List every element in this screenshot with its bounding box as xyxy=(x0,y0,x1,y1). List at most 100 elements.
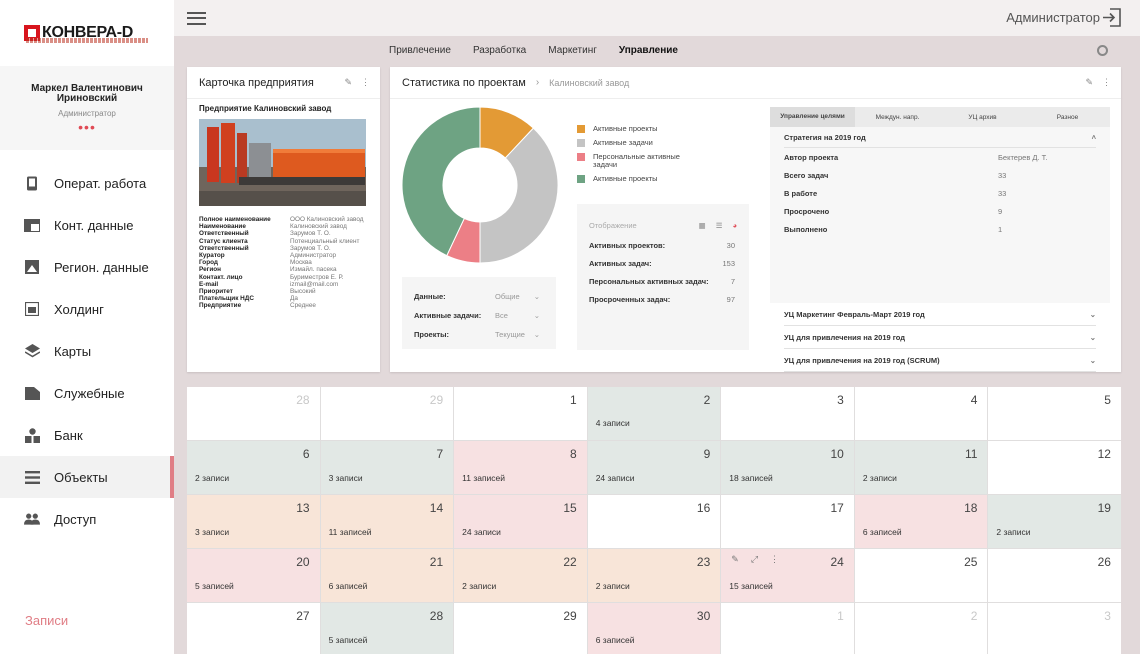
calendar-day[interactable]: 2 xyxy=(854,603,988,654)
calendar-day[interactable]: 17 xyxy=(721,495,854,548)
edit-pencil-icon[interactable]: ✎ xyxy=(731,554,739,565)
calendar-day[interactable]: 3 xyxy=(988,603,1121,654)
chevron-up-icon[interactable]: ˄ xyxy=(1092,133,1096,142)
calendar-day[interactable]: 1 xyxy=(454,387,587,440)
calendar-day[interactable]: 26 xyxy=(988,549,1121,602)
calendar-day[interactable]: 12 xyxy=(988,441,1121,494)
day-records-count[interactable]: 2 записи xyxy=(596,581,630,591)
records-link[interactable]: Записи xyxy=(25,613,68,628)
expand-icon[interactable]: ⤢ xyxy=(751,554,758,565)
calendar-day[interactable]: 29 xyxy=(454,603,587,654)
calendar-day[interactable]: 19 2 записи xyxy=(988,495,1121,548)
filter-row[interactable]: Активные задачи: Все ⌄ xyxy=(414,306,544,325)
tab-marketing[interactable]: Маркетинг xyxy=(548,45,597,56)
pie-view-icon[interactable]: ◕ xyxy=(732,221,737,230)
day-records-count[interactable]: 6 записей xyxy=(596,635,635,645)
goals-tab-3[interactable]: УЦ архив xyxy=(940,114,1025,121)
chevron-down-icon[interactable]: ⌄ xyxy=(534,311,540,320)
chevron-down-icon[interactable]: ⌄ xyxy=(1090,333,1096,342)
chevron-down-icon[interactable]: ⌄ xyxy=(534,330,540,339)
filter-select[interactable]: Текущие ⌄ xyxy=(495,330,544,339)
day-records-count[interactable]: 11 записей xyxy=(462,473,505,483)
day-records-count[interactable]: 11 записей xyxy=(329,527,372,537)
day-records-count[interactable]: 2 записи xyxy=(195,473,229,483)
day-records-count[interactable]: 3 записи xyxy=(195,527,229,537)
goals-tab-4[interactable]: Разное xyxy=(1025,114,1110,121)
edit-pencil-icon[interactable]: ✎ xyxy=(344,77,352,88)
strategy-header[interactable]: Стратегия на 2019 год ˄ xyxy=(784,127,1096,148)
settings-gear-icon[interactable] xyxy=(1097,45,1108,56)
day-records-count[interactable]: 4 записи xyxy=(596,418,630,428)
day-records-count[interactable]: 15 записей xyxy=(729,581,773,591)
sidebar-item-5[interactable]: Карты xyxy=(0,330,174,372)
profile-menu-icon[interactable]: ••• xyxy=(0,120,174,134)
goal-accordion[interactable]: УЦ для привлечения на 2019 год (SCRUM) ⌄ xyxy=(784,349,1096,372)
calendar-day[interactable]: 6 2 записи xyxy=(187,441,320,494)
calendar-day[interactable]: 15 24 записи xyxy=(454,495,587,548)
filter-row[interactable]: Проекты: Текущие ⌄ xyxy=(414,325,544,344)
day-records-count[interactable]: 5 записей xyxy=(195,581,234,591)
filter-select[interactable]: Все ⌄ xyxy=(495,311,544,320)
calendar-day[interactable]: 2 4 записи xyxy=(587,387,721,440)
calendar-day[interactable]: 28 xyxy=(187,387,320,440)
calendar-day[interactable]: 30 6 записей xyxy=(587,603,721,654)
calendar-day[interactable]: 5 xyxy=(988,387,1121,440)
sidebar-item-1[interactable]: Операт. работа xyxy=(0,162,174,204)
calendar-day[interactable]: 9 24 записи xyxy=(587,441,721,494)
calendar-day[interactable]: 29 xyxy=(320,387,454,440)
calendar-day[interactable]: 16 xyxy=(587,495,721,548)
goals-tab-2[interactable]: Междун. напр. xyxy=(855,114,940,121)
edit-pencil-icon[interactable]: ✎ xyxy=(1085,77,1093,88)
breadcrumb-company[interactable]: Калиновский завод xyxy=(549,78,629,88)
logout-icon[interactable] xyxy=(1102,8,1122,27)
calendar-day[interactable]: 28 5 записей xyxy=(320,603,454,654)
calendar-day[interactable]: 10 18 записей xyxy=(721,441,854,494)
day-records-count[interactable]: 2 записи xyxy=(996,527,1030,537)
calendar-day[interactable]: 14 11 записей xyxy=(320,495,454,548)
goal-accordion[interactable]: УЦ для привлечения на 2019 год ⌄ xyxy=(784,326,1096,349)
filter-row[interactable]: Данные: Общие ⌄ xyxy=(414,287,544,306)
logo[interactable]: КОНВЕРА-D xyxy=(0,0,174,66)
filter-select[interactable]: Общие ⌄ xyxy=(495,292,544,301)
day-records-count[interactable]: 18 записей xyxy=(729,473,773,483)
goal-accordion[interactable]: УЦ Маркетинг Февраль-Март 2019 год ⌄ xyxy=(784,303,1096,326)
calendar-day[interactable]: 11 2 записи xyxy=(854,441,988,494)
day-records-count[interactable]: 6 записей xyxy=(329,581,368,591)
sidebar-item-6[interactable]: Служебные xyxy=(0,372,174,414)
calendar-day[interactable]: 3 xyxy=(721,387,854,440)
chevron-down-icon[interactable]: ⌄ xyxy=(1090,310,1096,319)
goals-tab-1[interactable]: Управление целями xyxy=(770,107,855,127)
calendar-day[interactable]: 8 11 записей xyxy=(454,441,587,494)
calendar-day[interactable]: 18 6 записей xyxy=(854,495,988,548)
calendar-day[interactable]: 25 xyxy=(854,549,988,602)
chevron-down-icon[interactable]: ⌄ xyxy=(1090,356,1096,365)
day-records-count[interactable]: 5 записей xyxy=(329,635,368,645)
day-records-count[interactable]: 24 записи xyxy=(462,527,501,537)
sidebar-item-2[interactable]: Конт. данные xyxy=(0,204,174,246)
day-records-count[interactable]: 3 записи xyxy=(329,473,363,483)
calendar-day[interactable]: 7 3 записи xyxy=(320,441,454,494)
sidebar-item-4[interactable]: Холдинг xyxy=(0,288,174,330)
menu-burger-icon[interactable] xyxy=(187,11,206,25)
day-records-count[interactable]: 24 записи xyxy=(596,473,635,483)
more-vertical-icon[interactable]: ⋮ xyxy=(1102,77,1111,88)
sidebar-item-9[interactable]: Доступ xyxy=(0,498,174,540)
calendar-day[interactable]: 20 5 записей xyxy=(187,549,320,602)
sidebar-item-8[interactable]: Объекты xyxy=(0,456,174,498)
calendar-day[interactable]: 4 xyxy=(854,387,988,440)
list-view-icon[interactable]: ☰ xyxy=(716,221,723,230)
calendar-day[interactable]: 22 2 записи xyxy=(454,549,587,602)
calendar-day[interactable]: 23 2 записи xyxy=(587,549,721,602)
day-records-count[interactable]: 2 записи xyxy=(863,473,897,483)
chevron-down-icon[interactable]: ⌄ xyxy=(534,292,540,301)
calendar-day[interactable]: 24 15 записей ✎ ⤢ ⋮ xyxy=(721,549,854,602)
calendar-day[interactable]: 27 xyxy=(187,603,320,654)
calendar-day[interactable]: 1 xyxy=(721,603,854,654)
admin-user-label[interactable]: Администратор xyxy=(1006,10,1100,25)
more-vertical-icon[interactable]: ⋮ xyxy=(770,554,779,565)
tab-attraction[interactable]: Привлечение xyxy=(389,45,451,56)
calendar-day[interactable]: 21 6 записей xyxy=(320,549,454,602)
table-view-icon[interactable]: ▦ xyxy=(699,221,706,230)
sidebar-item-7[interactable]: Банк xyxy=(0,414,174,456)
calendar-day[interactable]: 13 3 записи xyxy=(187,495,320,548)
